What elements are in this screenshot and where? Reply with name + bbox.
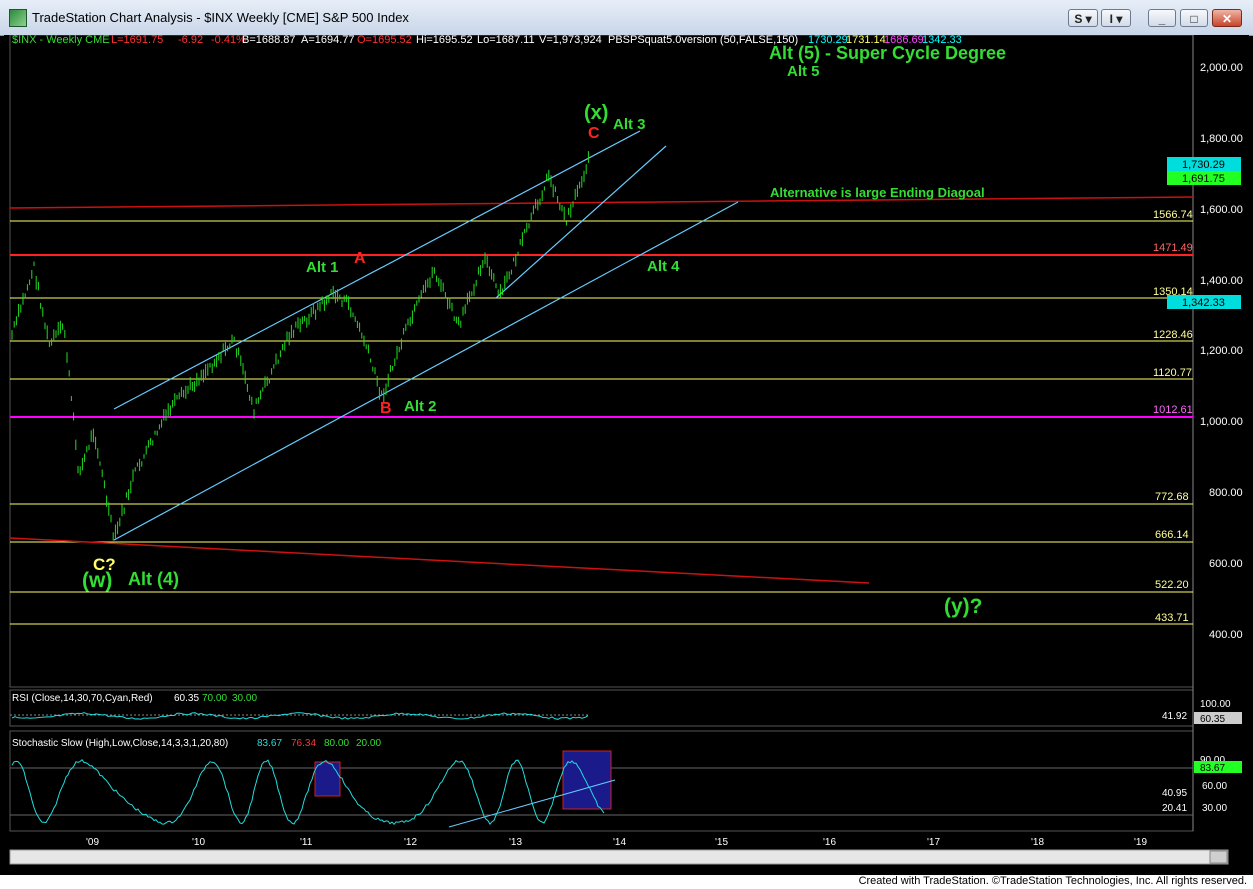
- low-price: Lo=1687.11: [477, 35, 535, 46]
- time-tick: '18: [1031, 837, 1044, 848]
- rsi-overbought: 70.00: [202, 693, 227, 704]
- indicator-link-button[interactable]: I ▾: [1101, 9, 1131, 27]
- rsi-axis-tick: 100.00: [1200, 699, 1231, 710]
- c-top-label: C: [588, 125, 600, 142]
- c-question-label: C?: [93, 555, 116, 574]
- stoch-axis-tick: 40.95: [1162, 788, 1187, 799]
- stoch-highlight-box: [314, 761, 341, 797]
- price-badge: 1,691.75: [1182, 173, 1225, 185]
- price-tick: 1,600.00: [1200, 204, 1243, 216]
- tradestation-app-icon: [9, 9, 27, 27]
- close-button[interactable]: ✕: [1212, 9, 1242, 27]
- rsi-value: 60.35: [174, 693, 199, 704]
- b-label: B: [380, 400, 392, 417]
- volume: V=1,973,924: [539, 35, 602, 46]
- level-label: 1120.77: [1153, 367, 1192, 379]
- window-title: TradeStation Chart Analysis - $INX Weekl…: [32, 10, 409, 25]
- time-tick: '11: [300, 837, 313, 848]
- credit-text: Created with TradeStation. ©TradeStation…: [858, 875, 1247, 887]
- level-label: 1012.61: [1153, 404, 1193, 416]
- rsi-title: RSI (Close,14,30,70,Cyan,Red): [12, 693, 153, 704]
- price-tick: 400.00: [1209, 629, 1243, 641]
- last-price: L=1691.75: [111, 35, 163, 46]
- stoch-highlight-box: [562, 750, 612, 810]
- level-label: 666.14: [1155, 529, 1189, 541]
- ask-price: A=1694.77: [301, 35, 355, 46]
- alt4-label: Alt 4: [647, 258, 680, 275]
- ending-diagonal-label: Alternative is large Ending Diagoal: [770, 185, 985, 200]
- level-label: 772.68: [1155, 491, 1189, 503]
- x-wave-label: (x): [584, 102, 608, 124]
- chart-area[interactable]: $INX - Weekly CME L=1691.75 -6.92 -0.41%…: [4, 34, 1249, 875]
- rsi-axis-tick: 41.92: [1162, 711, 1187, 722]
- net-change: -6.92: [178, 35, 203, 46]
- price-tick: 1,000.00: [1200, 416, 1243, 428]
- time-tick: '14: [613, 837, 626, 848]
- time-tick: '12: [404, 837, 417, 848]
- time-tick: '17: [927, 837, 940, 848]
- high-price: Hi=1695.52: [416, 35, 473, 46]
- stoch-k: 83.67: [257, 738, 282, 749]
- level-label: 522.20: [1155, 579, 1189, 591]
- alt5-label: Alt 5: [787, 63, 820, 80]
- time-tick: '19: [1134, 837, 1147, 848]
- price-tick: 800.00: [1209, 487, 1243, 499]
- y-question-label: (y)?: [944, 595, 983, 618]
- title-bar: TradeStation Chart Analysis - $INX Weekl…: [0, 0, 1253, 36]
- price-tick: 1,400.00: [1200, 275, 1243, 287]
- stoch-axis-tick: 60.00: [1202, 781, 1227, 792]
- open-price: O=1695.52: [357, 35, 412, 46]
- symbol-link-button[interactable]: S ▾: [1068, 9, 1098, 27]
- stoch-title: Stochastic Slow (High,Low,Close,14,3,3,1…: [12, 738, 228, 749]
- alt1-label: Alt 1: [306, 259, 339, 276]
- level-label: 1566.74: [1153, 209, 1193, 221]
- bid-price: B=1688.87: [242, 35, 296, 46]
- level-label: 1471.49: [1153, 242, 1193, 254]
- price-badge: 1,730.29: [1182, 159, 1225, 171]
- price-tick: 1,200.00: [1200, 345, 1243, 357]
- rsi-oversold: 30.00: [232, 693, 257, 704]
- price-tick: 2,000.00: [1200, 62, 1243, 74]
- price-badge: 1,342.33: [1182, 297, 1225, 309]
- time-tick: '15: [715, 837, 728, 848]
- stoch-oversold: 20.00: [356, 738, 381, 749]
- time-tick: '10: [192, 837, 205, 848]
- time-tick: '09: [86, 837, 99, 848]
- alt2-label: Alt 2: [404, 398, 437, 415]
- alt3-label: Alt 3: [613, 116, 646, 133]
- stoch-axis-tick: 83.67: [1200, 763, 1225, 774]
- percent-change: -0.41%: [211, 35, 246, 46]
- scrollbar-thumb[interactable]: [1209, 850, 1228, 864]
- rsi-axis-tick: 60.35: [1200, 714, 1225, 725]
- level-label: 433.71: [1155, 612, 1189, 624]
- price-tick: 1,800.00: [1200, 133, 1243, 145]
- minimize-button[interactable]: _: [1148, 9, 1176, 27]
- stoch-axis-tick: 20.41: [1162, 803, 1187, 814]
- horizontal-scrollbar[interactable]: [9, 849, 1229, 865]
- symbol-label: $INX - Weekly CME: [12, 35, 110, 46]
- status-bar: Created with TradeStation. ©TradeStation…: [0, 875, 1253, 889]
- stoch-overbought: 80.00: [324, 738, 349, 749]
- alt-4-paren-label: Alt (4): [128, 569, 179, 589]
- level-label: 1228.46: [1153, 329, 1193, 341]
- headline-label: Alt (5) - Super Cycle Degree: [769, 43, 1006, 63]
- price-tick: 600.00: [1209, 558, 1243, 570]
- stoch-axis-tick: 30.00: [1202, 803, 1227, 814]
- a-label: A: [354, 250, 366, 267]
- maximize-button[interactable]: □: [1180, 9, 1208, 27]
- chart-svg[interactable]: $INX - Weekly CME L=1691.75 -6.92 -0.41%…: [4, 34, 1249, 875]
- time-tick: '16: [823, 837, 836, 848]
- time-tick: '13: [509, 837, 522, 848]
- stoch-d: 76.34: [291, 738, 316, 749]
